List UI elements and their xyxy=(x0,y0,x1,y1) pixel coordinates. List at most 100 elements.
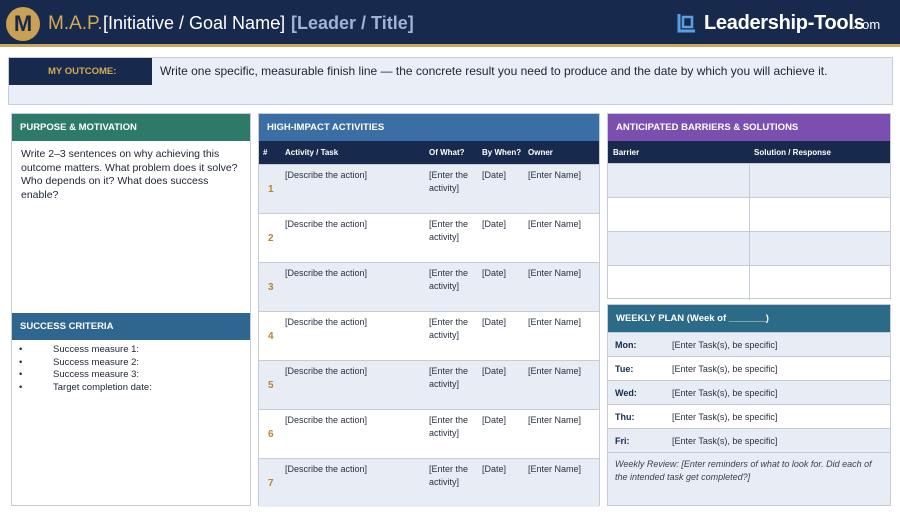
weekly-day-row[interactable]: Mon: [Enter Task(s), be specific] xyxy=(608,332,890,356)
barriers-column-header: Barrier Solution / Response xyxy=(608,141,890,163)
activity-of-what[interactable]: [Enter the activity] xyxy=(429,414,479,439)
barrier-row[interactable] xyxy=(608,231,890,266)
activity-by-when[interactable]: [Date] xyxy=(482,365,506,378)
bullet-icon: • xyxy=(19,381,23,393)
activity-number: 1 xyxy=(268,184,274,195)
success-item[interactable]: • Success measure 3: xyxy=(19,369,152,382)
weekly-review[interactable]: Weekly Review: [Enter reminders of what … xyxy=(608,452,890,505)
map-title: M.A.P. xyxy=(48,13,103,34)
activity-row[interactable]: 4 [Describe the action] [Enter the activit… xyxy=(259,311,599,360)
barrier-row[interactable] xyxy=(608,265,890,300)
activity-by-when[interactable]: [Date] xyxy=(482,316,506,329)
column-divider xyxy=(749,164,750,198)
activity-by-when[interactable]: [Date] xyxy=(482,414,506,427)
weekly-day-row[interactable]: Thu: [Enter Task(s), be specific] xyxy=(608,404,890,428)
outcome-text[interactable]: Write one specific, measurable finish li… xyxy=(160,64,827,78)
barrier-row[interactable] xyxy=(608,163,890,198)
column-divider xyxy=(749,266,750,300)
activities-column-header: # Activity / Task Of What? By When? Owne… xyxy=(259,141,599,164)
brand-logo-icon xyxy=(677,14,695,33)
col-of-what: Of What? xyxy=(429,148,465,157)
activity-of-what[interactable]: [Enter the activity] xyxy=(429,169,479,194)
weekly-day-row[interactable]: Tue: [Enter Task(s), be specific] xyxy=(608,356,890,380)
map-logo-badge: M xyxy=(6,7,40,41)
activity-owner[interactable]: [Enter Name] xyxy=(528,365,581,378)
activity-of-what[interactable]: [Enter the activity] xyxy=(429,316,479,341)
activity-row[interactable]: 6 [Describe the action] [Enter the activit… xyxy=(259,409,599,458)
activity-of-what[interactable]: [Enter the activity] xyxy=(429,463,479,488)
col-number: # xyxy=(263,148,268,157)
activity-task[interactable]: [Describe the action] xyxy=(285,218,367,231)
activity-of-what[interactable]: [Enter the activity] xyxy=(429,267,479,292)
activity-owner[interactable]: [Enter Name] xyxy=(528,218,581,231)
barriers-heading: ANTICIPATED BARRIERS & SOLUTIONS xyxy=(608,114,890,141)
activity-row[interactable]: 2 [Describe the action] [Enter the activit… xyxy=(259,213,599,262)
activity-task[interactable]: [Describe the action] xyxy=(285,267,367,280)
success-item[interactable]: • Success measure 1: xyxy=(19,344,152,357)
purpose-heading: PURPOSE & MOTIVATION xyxy=(12,114,250,141)
activity-task[interactable]: [Describe the action] xyxy=(285,316,367,329)
barrier-row[interactable] xyxy=(608,197,890,232)
activity-owner[interactable]: [Enter Name] xyxy=(528,414,581,427)
purpose-panel: PURPOSE & MOTIVATION Write 2–3 sentences… xyxy=(11,113,251,506)
activity-by-when[interactable]: [Date] xyxy=(482,463,506,476)
success-item[interactable]: • Target completion date: xyxy=(19,382,152,395)
activity-by-when[interactable]: [Date] xyxy=(482,218,506,231)
success-heading: SUCCESS CRITERIA xyxy=(12,313,250,340)
activity-owner[interactable]: [Enter Name] xyxy=(528,316,581,329)
weekly-day-task[interactable]: [Enter Task(s), be specific] xyxy=(672,364,777,374)
activity-owner[interactable]: [Enter Name] xyxy=(528,267,581,280)
activity-number: 6 xyxy=(268,429,274,440)
activity-number: 5 xyxy=(268,380,274,391)
weekly-day-task[interactable]: [Enter Task(s), be specific] xyxy=(672,340,777,350)
purpose-text[interactable]: Write 2–3 sentences on why achieving thi… xyxy=(21,148,247,202)
bullet-icon: • xyxy=(19,369,23,380)
col-barrier: Barrier xyxy=(613,148,640,157)
column-divider xyxy=(749,232,750,266)
weekly-panel: WEEKLY PLAN (Week of _______) Mon: [Enter… xyxy=(607,304,891,506)
activity-row[interactable]: 1 [Describe the action] [Enter the activit… xyxy=(259,164,599,213)
weekly-day-label: Tue: xyxy=(615,364,634,374)
activity-row[interactable]: 5 [Describe the action] [Enter the activit… xyxy=(259,360,599,409)
col-activity: Activity / Task xyxy=(285,148,339,157)
column-divider xyxy=(749,198,750,232)
activity-row[interactable]: 7 [Describe the action] [Enter the activit… xyxy=(259,458,599,507)
activity-of-what[interactable]: [Enter the activity] xyxy=(429,218,479,243)
bullet-icon: • xyxy=(19,344,23,355)
activity-number: 3 xyxy=(268,282,274,293)
activity-owner[interactable]: [Enter Name] xyxy=(528,169,581,182)
weekly-day-label: Fri: xyxy=(615,436,630,446)
weekly-day-task[interactable]: [Enter Task(s), be specific] xyxy=(672,412,777,422)
weekly-day-label: Thu: xyxy=(615,412,635,422)
activity-task[interactable]: [Describe the action] xyxy=(285,463,367,476)
activity-by-when[interactable]: [Date] xyxy=(482,267,506,280)
weekly-heading: WEEKLY PLAN (Week of _______) xyxy=(608,305,890,332)
weekly-day-task[interactable]: [Enter Task(s), be specific] xyxy=(672,388,777,398)
leader-title: [Leader / Title] xyxy=(291,13,414,33)
outcome-box[interactable]: MY OUTCOME: Write one specific, measurab… xyxy=(8,57,893,105)
header-bar: M M.A.P. [Initiative / Goal Name] · [Lea… xyxy=(0,0,900,47)
activity-of-what[interactable]: [Enter the activity] xyxy=(429,365,479,390)
activity-by-when[interactable]: [Date] xyxy=(482,169,506,182)
bullet-icon: • xyxy=(19,356,23,368)
activity-task[interactable]: [Describe the action] xyxy=(285,169,367,182)
activity-owner[interactable]: [Enter Name] xyxy=(528,463,581,476)
success-list: • Success measure 1: • Success measure 2: … xyxy=(19,344,152,394)
activity-number: 4 xyxy=(268,331,274,342)
activity-task[interactable]: [Describe the action] xyxy=(285,414,367,427)
col-by-when: By When? xyxy=(482,148,522,157)
brand-name: Leadership-Tools xyxy=(704,12,865,34)
activity-row[interactable]: 3 [Describe the action] [Enter the activit… xyxy=(259,262,599,311)
activity-number: 2 xyxy=(268,233,274,244)
weekly-day-row[interactable]: Fri: [Enter Task(s), be specific] xyxy=(608,428,890,452)
success-item[interactable]: • Success measure 2: xyxy=(19,357,152,370)
initiative-name: [Initiative / Goal Name] xyxy=(103,13,286,33)
col-owner: Owner xyxy=(528,148,553,157)
activities-panel: HIGH-IMPACT ACTIVITIES # Activity / Task… xyxy=(258,113,600,507)
title-separator: · xyxy=(276,13,282,33)
activity-task[interactable]: [Describe the action] xyxy=(285,365,367,378)
weekly-day-row[interactable]: Wed: [Enter Task(s), be specific] xyxy=(608,380,890,404)
weekly-day-task[interactable]: [Enter Task(s), be specific] xyxy=(672,436,777,446)
weekly-day-label: Mon: xyxy=(615,340,637,350)
activity-number: 7 xyxy=(268,478,274,489)
